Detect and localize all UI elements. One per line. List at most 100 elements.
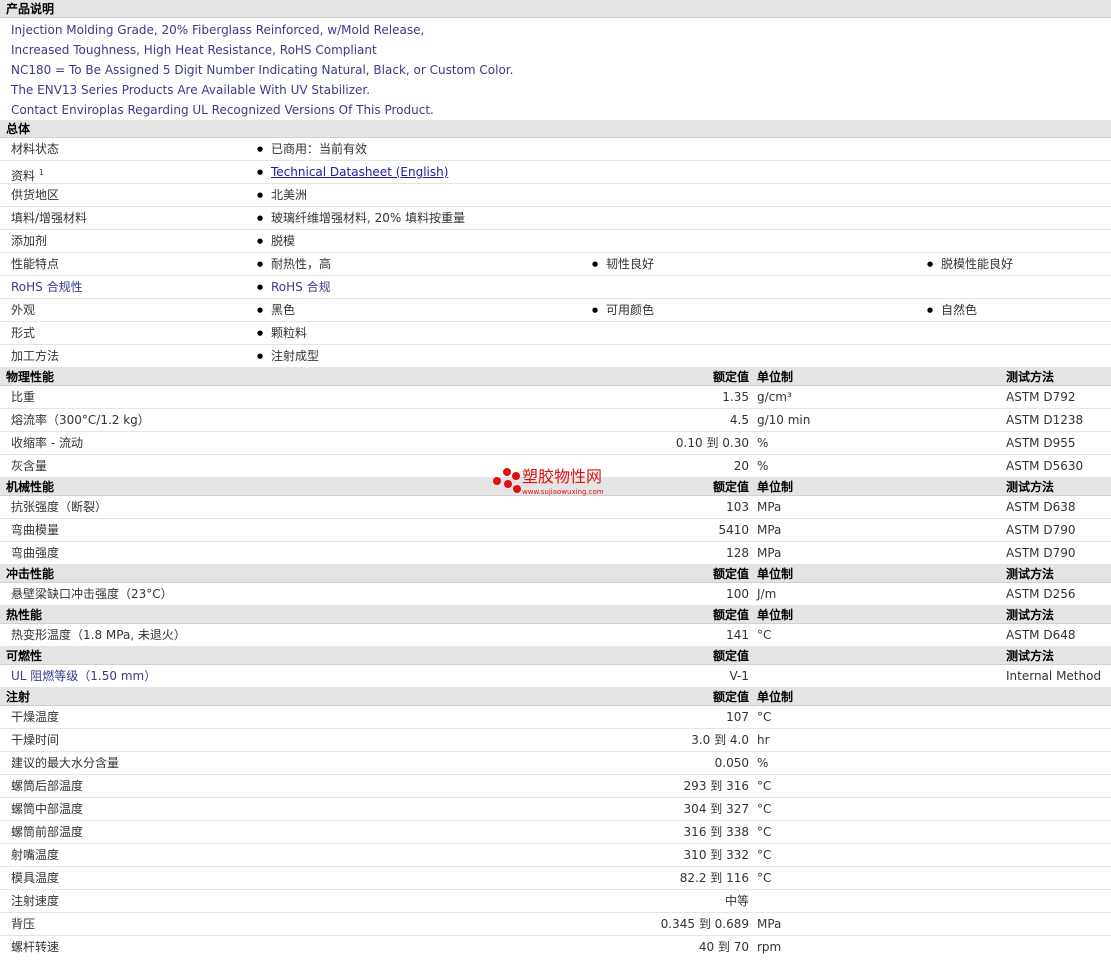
property-label: 比重 xyxy=(11,390,36,404)
section-header-physical: 物理性能 额定值 单位制 测试方法 xyxy=(0,368,1111,386)
table-row: 供货地区 北美洲 xyxy=(0,184,1111,207)
property-unit: °C xyxy=(757,871,772,885)
table-row: 模具温度 82.2 到 116 °C xyxy=(0,867,1111,890)
col-method: 测试方法 xyxy=(1006,480,1055,494)
col-method: 测试方法 xyxy=(1006,649,1055,663)
property-value: 103 xyxy=(726,500,749,514)
property-unit: MPa xyxy=(757,500,782,514)
technical-datasheet-link[interactable]: Technical Datasheet (English) xyxy=(257,161,448,184)
property-value: 128 xyxy=(726,546,749,560)
col-unit: 单位制 xyxy=(757,608,794,622)
description-line: The ENV13 Series Products Are Available … xyxy=(11,83,371,97)
section-title: 机械性能 xyxy=(6,480,55,494)
description-block: Injection Molding Grade, 20% Fiberglass … xyxy=(0,18,1111,120)
property-unit: % xyxy=(757,459,769,473)
property-unit: g/cm³ xyxy=(757,390,792,404)
property-label: 模具温度 xyxy=(11,871,60,885)
property-label: 弯曲强度 xyxy=(11,546,60,560)
table-row: 弯曲模量 5410 MPa ASTM D790 xyxy=(0,519,1111,542)
bullet-value: 自然色 xyxy=(927,299,977,322)
table-row: 螺杆转速 40 到 70 rpm xyxy=(0,936,1111,959)
bullet-value: 北美洲 xyxy=(257,184,307,207)
property-label: 熔流率（300°C/1.2 kg） xyxy=(11,413,150,427)
test-method: ASTM D792 xyxy=(1006,390,1076,404)
bullet-value: 脱模 xyxy=(257,230,295,253)
property-unit: MPa xyxy=(757,523,782,537)
property-label: 建议的最大水分含量 xyxy=(11,756,120,770)
property-unit: g/10 min xyxy=(757,413,811,427)
property-label: 干燥温度 xyxy=(11,710,60,724)
property-label: 加工方法 xyxy=(11,349,60,363)
table-row: 螺筒后部温度 293 到 316 °C xyxy=(0,775,1111,798)
property-value: 100 xyxy=(726,587,749,601)
property-value: 82.2 到 116 xyxy=(679,871,749,885)
property-value: 304 到 327 xyxy=(683,802,749,816)
col-rated: 额定值 xyxy=(712,480,749,494)
bullet-value: 颗粒料 xyxy=(257,322,307,345)
property-label: 供货地区 xyxy=(11,188,60,202)
test-method: ASTM D648 xyxy=(1006,628,1076,642)
property-label: 抗张强度（断裂） xyxy=(11,500,108,514)
table-row: 干燥温度 107 °C xyxy=(0,706,1111,729)
section-header-impact: 冲击性能 额定值 单位制 测试方法 xyxy=(0,565,1111,583)
datasheet-page: 产品说明 Injection Molding Grade, 20% Fiberg… xyxy=(0,0,1111,967)
table-row: 加工方法 注射成型 xyxy=(0,345,1111,368)
site-watermark: 塑胶物性网 www.sujiaowuxing.com xyxy=(492,466,632,502)
property-label: 材料状态 xyxy=(11,142,60,156)
property-label: 灰含量 xyxy=(11,459,48,473)
property-value: 0.050 xyxy=(714,756,749,770)
property-unit: °C xyxy=(757,779,772,793)
bullet-value: 韧性良好 xyxy=(592,253,654,276)
description-line: Injection Molding Grade, 20% Fiberglass … xyxy=(11,23,425,37)
bullet-value: 脱模性能良好 xyxy=(927,253,1013,276)
description-line: Increased Toughness, High Heat Resistanc… xyxy=(11,43,377,57)
bullet-value: 可用颜色 xyxy=(592,299,654,322)
col-method: 测试方法 xyxy=(1006,567,1055,581)
property-label: 热变形温度（1.8 MPa, 未退火） xyxy=(11,628,186,642)
property-value: 5410 xyxy=(718,523,749,537)
property-label: 形式 xyxy=(11,326,36,340)
col-method: 测试方法 xyxy=(1006,608,1055,622)
property-label: 悬壁梁缺口冲击强度（23°C） xyxy=(11,587,173,601)
test-method: ASTM D638 xyxy=(1006,500,1076,514)
section-title: 注射 xyxy=(6,690,31,704)
table-row: UL 阻燃等级（1.50 mm） V-1 Internal Method xyxy=(0,665,1111,688)
table-row: 资料 1 Technical Datasheet (English) xyxy=(0,161,1111,184)
property-unit: °C xyxy=(757,848,772,862)
section-title: 冲击性能 xyxy=(6,567,55,581)
section-title: 产品说明 xyxy=(6,2,55,16)
property-value: 4.5 xyxy=(729,413,749,427)
col-rated: 额定值 xyxy=(712,608,749,622)
table-row: 添加剂 脱模 xyxy=(0,230,1111,253)
table-row: 背压 0.345 到 0.689 MPa xyxy=(0,913,1111,936)
description-line: NC180 = To Be Assigned 5 Digit Number In… xyxy=(11,63,514,77)
property-value: 293 到 316 xyxy=(683,779,749,793)
col-rated: 额定值 xyxy=(712,567,749,581)
property-unit: °C xyxy=(757,825,772,839)
property-label: 弯曲模量 xyxy=(11,523,60,537)
property-value: V-1 xyxy=(729,669,749,683)
watermark-url: www.sujiaowuxing.com xyxy=(522,488,604,496)
col-unit: 单位制 xyxy=(757,567,794,581)
table-row: 螺筒前部温度 316 到 338 °C xyxy=(0,821,1111,844)
property-value: 3.0 到 4.0 xyxy=(691,733,749,747)
table-row: RoHS 合规性 RoHS 合规 xyxy=(0,276,1111,299)
property-label: 收缩率 - 流动 xyxy=(11,436,83,450)
col-method: 测试方法 xyxy=(1006,370,1055,384)
property-unit: MPa xyxy=(757,546,782,560)
table-row: 填料/增强材料 玻璃纤维增强材料, 20% 填料按重量 xyxy=(0,207,1111,230)
property-label: RoHS 合规性 xyxy=(11,280,83,294)
col-unit: 单位制 xyxy=(757,480,794,494)
property-label: 射嘴温度 xyxy=(11,848,60,862)
property-value: 310 到 332 xyxy=(683,848,749,862)
test-method: ASTM D1238 xyxy=(1006,413,1084,427)
description-line: Contact Enviroplas Regarding UL Recogniz… xyxy=(11,103,434,117)
table-row: 比重 1.35 g/cm³ ASTM D792 xyxy=(0,386,1111,409)
property-value: 1.35 xyxy=(722,390,749,404)
table-row: 射嘴温度 310 到 332 °C xyxy=(0,844,1111,867)
property-value: 316 到 338 xyxy=(683,825,749,839)
test-method: ASTM D5630 xyxy=(1006,459,1084,473)
section-header-general: 总体 xyxy=(0,120,1111,138)
property-label: 干燥时间 xyxy=(11,733,60,747)
table-row: 外观 黑色 可用颜色 自然色 xyxy=(0,299,1111,322)
